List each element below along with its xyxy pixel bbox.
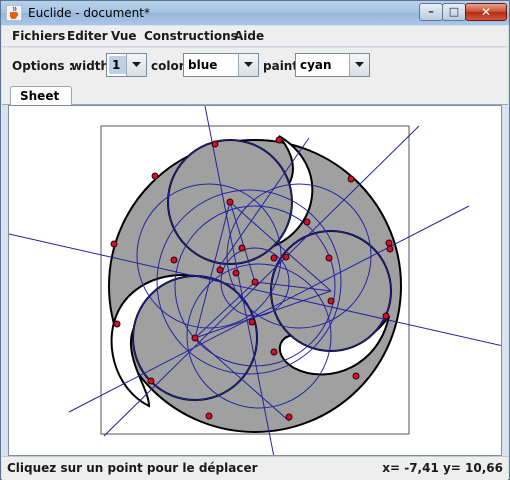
- maximize-icon: □: [448, 5, 460, 18]
- drawing-canvas[interactable]: [8, 105, 502, 456]
- close-button[interactable]: ✕: [465, 3, 507, 21]
- status-message: Cliquez sur un point pour le déplacer: [7, 461, 258, 475]
- title-bar[interactable]: Euclide - document* – □ ✕: [1, 1, 509, 25]
- tab-strip: Sheet 1: [2, 84, 508, 117]
- maximize-button[interactable]: □: [442, 3, 466, 21]
- chevron-down-icon[interactable]: [349, 54, 369, 76]
- options-toolbar: Options : width 1 color blue paint cyan: [2, 48, 508, 84]
- chevron-down-icon[interactable]: [238, 54, 258, 76]
- paint-label: paint: [263, 59, 299, 73]
- java-cup-icon: [6, 5, 22, 21]
- menu-fichiers[interactable]: Fichiers: [12, 29, 65, 43]
- tab-sheet-1[interactable]: Sheet 1: [10, 86, 72, 117]
- options-label: Options :: [12, 59, 74, 73]
- color-select[interactable]: blue: [183, 53, 259, 77]
- status-bar: Cliquez sur un point pour le déplacer x=…: [2, 456, 508, 480]
- minimize-button[interactable]: –: [419, 3, 443, 21]
- app-window: Euclide - document* – □ ✕ Fichiers Edite…: [0, 0, 510, 480]
- color-value: blue: [188, 58, 218, 72]
- paint-value: cyan: [300, 58, 332, 72]
- width-label: width: [71, 59, 110, 73]
- paint-select[interactable]: cyan: [295, 53, 370, 77]
- color-label: color: [151, 59, 185, 73]
- menu-vue[interactable]: Vue: [111, 29, 137, 43]
- geometry-figure[interactable]: [9, 106, 502, 456]
- cursor-coordinates: x= -7,41 y= 10,66: [382, 461, 503, 475]
- menu-constructions[interactable]: Constructions: [144, 29, 238, 43]
- close-icon: ✕: [480, 5, 492, 19]
- window-title: Euclide - document*: [28, 6, 150, 20]
- width-select[interactable]: 1: [106, 53, 147, 77]
- chevron-down-icon[interactable]: [126, 54, 146, 76]
- menu-editer[interactable]: Editer: [67, 29, 108, 43]
- minimize-icon: –: [428, 5, 434, 18]
- menu-aide[interactable]: Aide: [234, 29, 264, 43]
- menu-bar: Fichiers Editer Vue Constructions Aide: [2, 26, 508, 47]
